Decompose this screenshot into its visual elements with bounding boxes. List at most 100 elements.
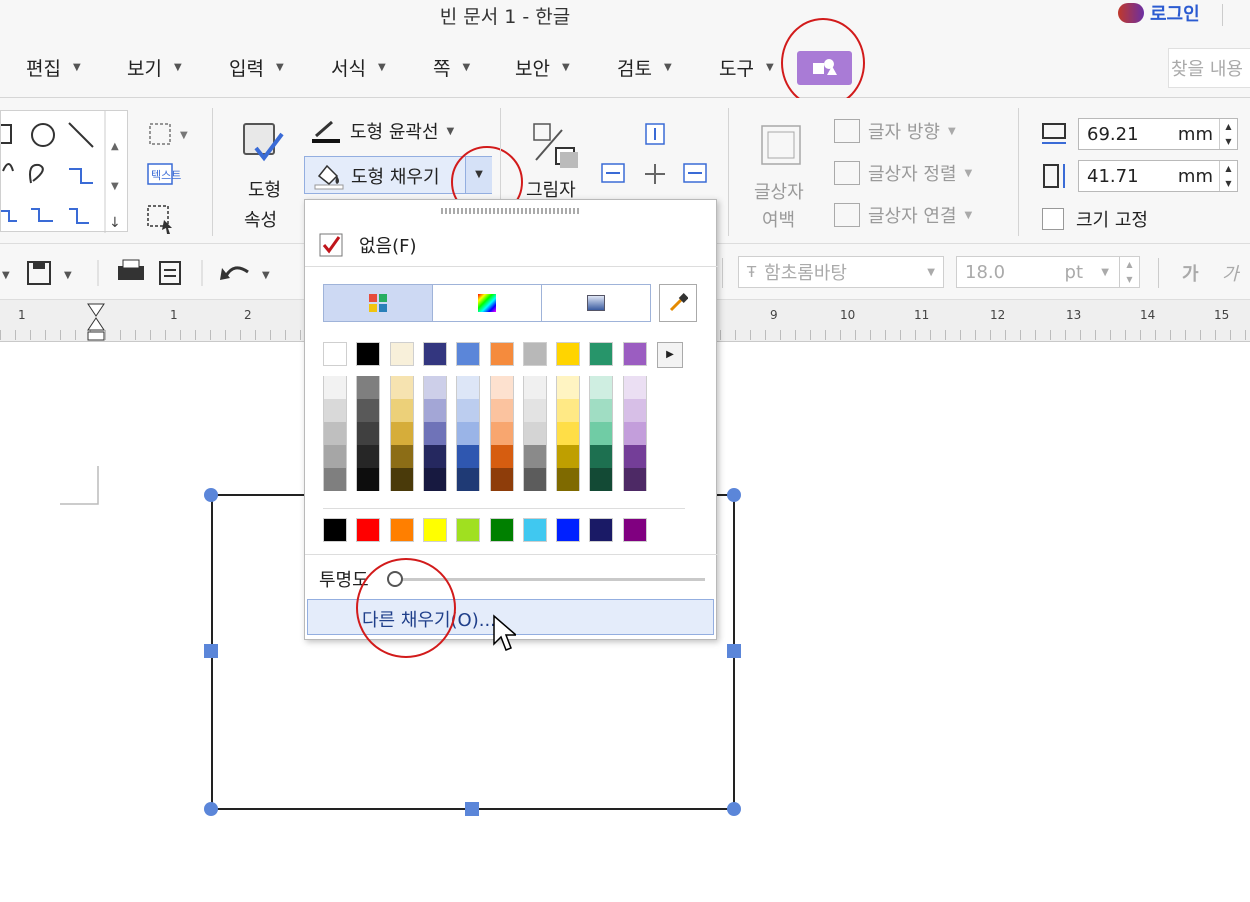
shade-swatch[interactable] <box>456 445 481 468</box>
search-input[interactable]: 찾을 내용 <box>1168 48 1250 88</box>
shade-swatch[interactable] <box>622 422 647 445</box>
text-align-button[interactable]: 글상자 정렬 ▼ <box>834 160 972 186</box>
width-input[interactable]: 69.21 mm ▲ ▼ <box>1078 118 1238 150</box>
standard-color-swatch[interactable] <box>323 518 347 542</box>
standard-color-swatch[interactable] <box>589 518 614 542</box>
shade-swatch[interactable] <box>422 445 447 468</box>
color-swatch[interactable] <box>389 342 414 366</box>
shade-swatch[interactable] <box>622 468 647 491</box>
no-fill-option[interactable]: 없음(F) <box>319 232 417 258</box>
color-swatch[interactable] <box>323 342 347 366</box>
fix-size-checkbox[interactable]: 크기 고정 <box>1042 206 1148 232</box>
tab-gradient[interactable] <box>541 284 651 322</box>
shade-swatch[interactable] <box>556 422 581 445</box>
shade-swatch[interactable] <box>589 399 614 422</box>
more-colors-arrow[interactable]: ▶ <box>657 342 683 368</box>
color-swatch[interactable] <box>356 342 381 366</box>
shape-tools-icons[interactable]: ▼ 텍스트 <box>140 116 196 236</box>
shade-swatch[interactable] <box>522 422 547 445</box>
grip-handle[interactable] <box>441 208 579 214</box>
shape-properties-button[interactable]: 도형 속성 <box>236 118 292 238</box>
shade-swatch[interactable] <box>389 445 414 468</box>
shade-swatch[interactable] <box>522 468 547 491</box>
color-swatch[interactable] <box>489 342 514 366</box>
shade-swatch[interactable] <box>589 422 614 445</box>
standard-color-swatch[interactable] <box>489 518 514 542</box>
shade-swatch[interactable] <box>422 376 447 399</box>
menu-insert[interactable]: 입력 ▼ <box>229 54 284 81</box>
menu-view[interactable]: 보기 ▼ <box>127 54 182 81</box>
shade-swatch[interactable] <box>323 445 347 468</box>
eyedropper-button[interactable] <box>659 284 697 322</box>
shade-swatch[interactable] <box>323 376 347 399</box>
bold-button[interactable]: 가 <box>1182 260 1199 286</box>
shade-swatch[interactable] <box>622 376 647 399</box>
tab-color-spectrum[interactable] <box>432 284 542 322</box>
shade-swatch[interactable] <box>389 399 414 422</box>
shade-swatch[interactable] <box>323 468 347 491</box>
standard-color-swatch[interactable] <box>389 518 414 542</box>
shade-swatch[interactable] <box>489 399 514 422</box>
italic-button[interactable]: 가 <box>1222 260 1239 286</box>
shade-swatch[interactable] <box>589 445 614 468</box>
menu-edit[interactable]: 편집 ▼ <box>26 54 81 81</box>
text-margin-button[interactable]: 글상자 여백 <box>750 122 820 232</box>
login-button[interactable]: 로그인 <box>1118 0 1200 26</box>
standard-color-swatch[interactable] <box>356 518 381 542</box>
shade-swatch[interactable] <box>456 376 481 399</box>
shade-swatch[interactable] <box>422 468 447 491</box>
standard-color-swatch[interactable] <box>522 518 547 542</box>
shade-swatch[interactable] <box>323 422 347 445</box>
shade-swatch[interactable] <box>389 422 414 445</box>
indent-marker[interactable] <box>86 302 106 342</box>
shade-swatch[interactable] <box>489 445 514 468</box>
shade-swatch[interactable] <box>422 422 447 445</box>
standard-color-swatch[interactable] <box>456 518 481 542</box>
shade-swatch[interactable] <box>422 399 447 422</box>
shape-outline-button[interactable]: 도형 윤곽선 ▼ <box>310 118 454 144</box>
shade-swatch[interactable] <box>589 376 614 399</box>
text-link-button[interactable]: 글상자 연결 ▼ <box>834 202 972 228</box>
shade-swatch[interactable] <box>389 376 414 399</box>
color-swatch[interactable] <box>456 342 481 366</box>
shade-swatch[interactable] <box>489 468 514 491</box>
color-swatch[interactable] <box>589 342 614 366</box>
shade-swatch[interactable] <box>489 422 514 445</box>
color-swatch[interactable] <box>522 342 547 366</box>
shade-swatch[interactable] <box>556 376 581 399</box>
shade-swatch[interactable] <box>522 376 547 399</box>
color-swatch[interactable] <box>556 342 581 366</box>
standard-color-swatch[interactable] <box>556 518 581 542</box>
shade-swatch[interactable] <box>522 399 547 422</box>
height-input[interactable]: 41.71 mm ▲ ▼ <box>1078 160 1238 192</box>
shade-swatch[interactable] <box>589 468 614 491</box>
menu-review[interactable]: 검토 ▼ <box>617 54 672 81</box>
shade-swatch[interactable] <box>489 376 514 399</box>
color-swatch[interactable] <box>622 342 647 366</box>
shade-swatch[interactable] <box>456 399 481 422</box>
standard-color-swatch[interactable] <box>622 518 647 542</box>
shade-swatch[interactable] <box>356 399 381 422</box>
tab-palette[interactable] <box>323 284 433 322</box>
shade-swatch[interactable] <box>456 422 481 445</box>
menu-security[interactable]: 보안 ▼ <box>515 54 570 81</box>
font-size-select[interactable]: 18.0 pt ▼ ▲ ▼ <box>956 256 1140 288</box>
menu-format[interactable]: 서식 ▼ <box>331 54 386 81</box>
shade-swatch[interactable] <box>456 468 481 491</box>
shape-gallery[interactable]: ▲ ▼ ↓ <box>0 110 128 233</box>
shade-swatch[interactable] <box>323 399 347 422</box>
shade-swatch[interactable] <box>356 422 381 445</box>
shade-swatch[interactable] <box>522 445 547 468</box>
shade-swatch[interactable] <box>356 376 381 399</box>
shade-swatch[interactable] <box>556 399 581 422</box>
width-stepper[interactable]: ▲ ▼ <box>1219 119 1237 149</box>
standard-color-swatch[interactable] <box>422 518 447 542</box>
text-direction-button[interactable]: 글자 방향 ▼ <box>834 118 956 144</box>
font-size-stepper[interactable]: ▲ ▼ <box>1119 257 1139 287</box>
height-stepper[interactable]: ▲ ▼ <box>1219 161 1237 191</box>
shade-swatch[interactable] <box>356 445 381 468</box>
menu-tools[interactable]: 도구 ▼ <box>719 54 774 81</box>
shade-swatch[interactable] <box>622 445 647 468</box>
shade-swatch[interactable] <box>356 468 381 491</box>
menu-page[interactable]: 쪽 ▼ <box>433 54 470 81</box>
